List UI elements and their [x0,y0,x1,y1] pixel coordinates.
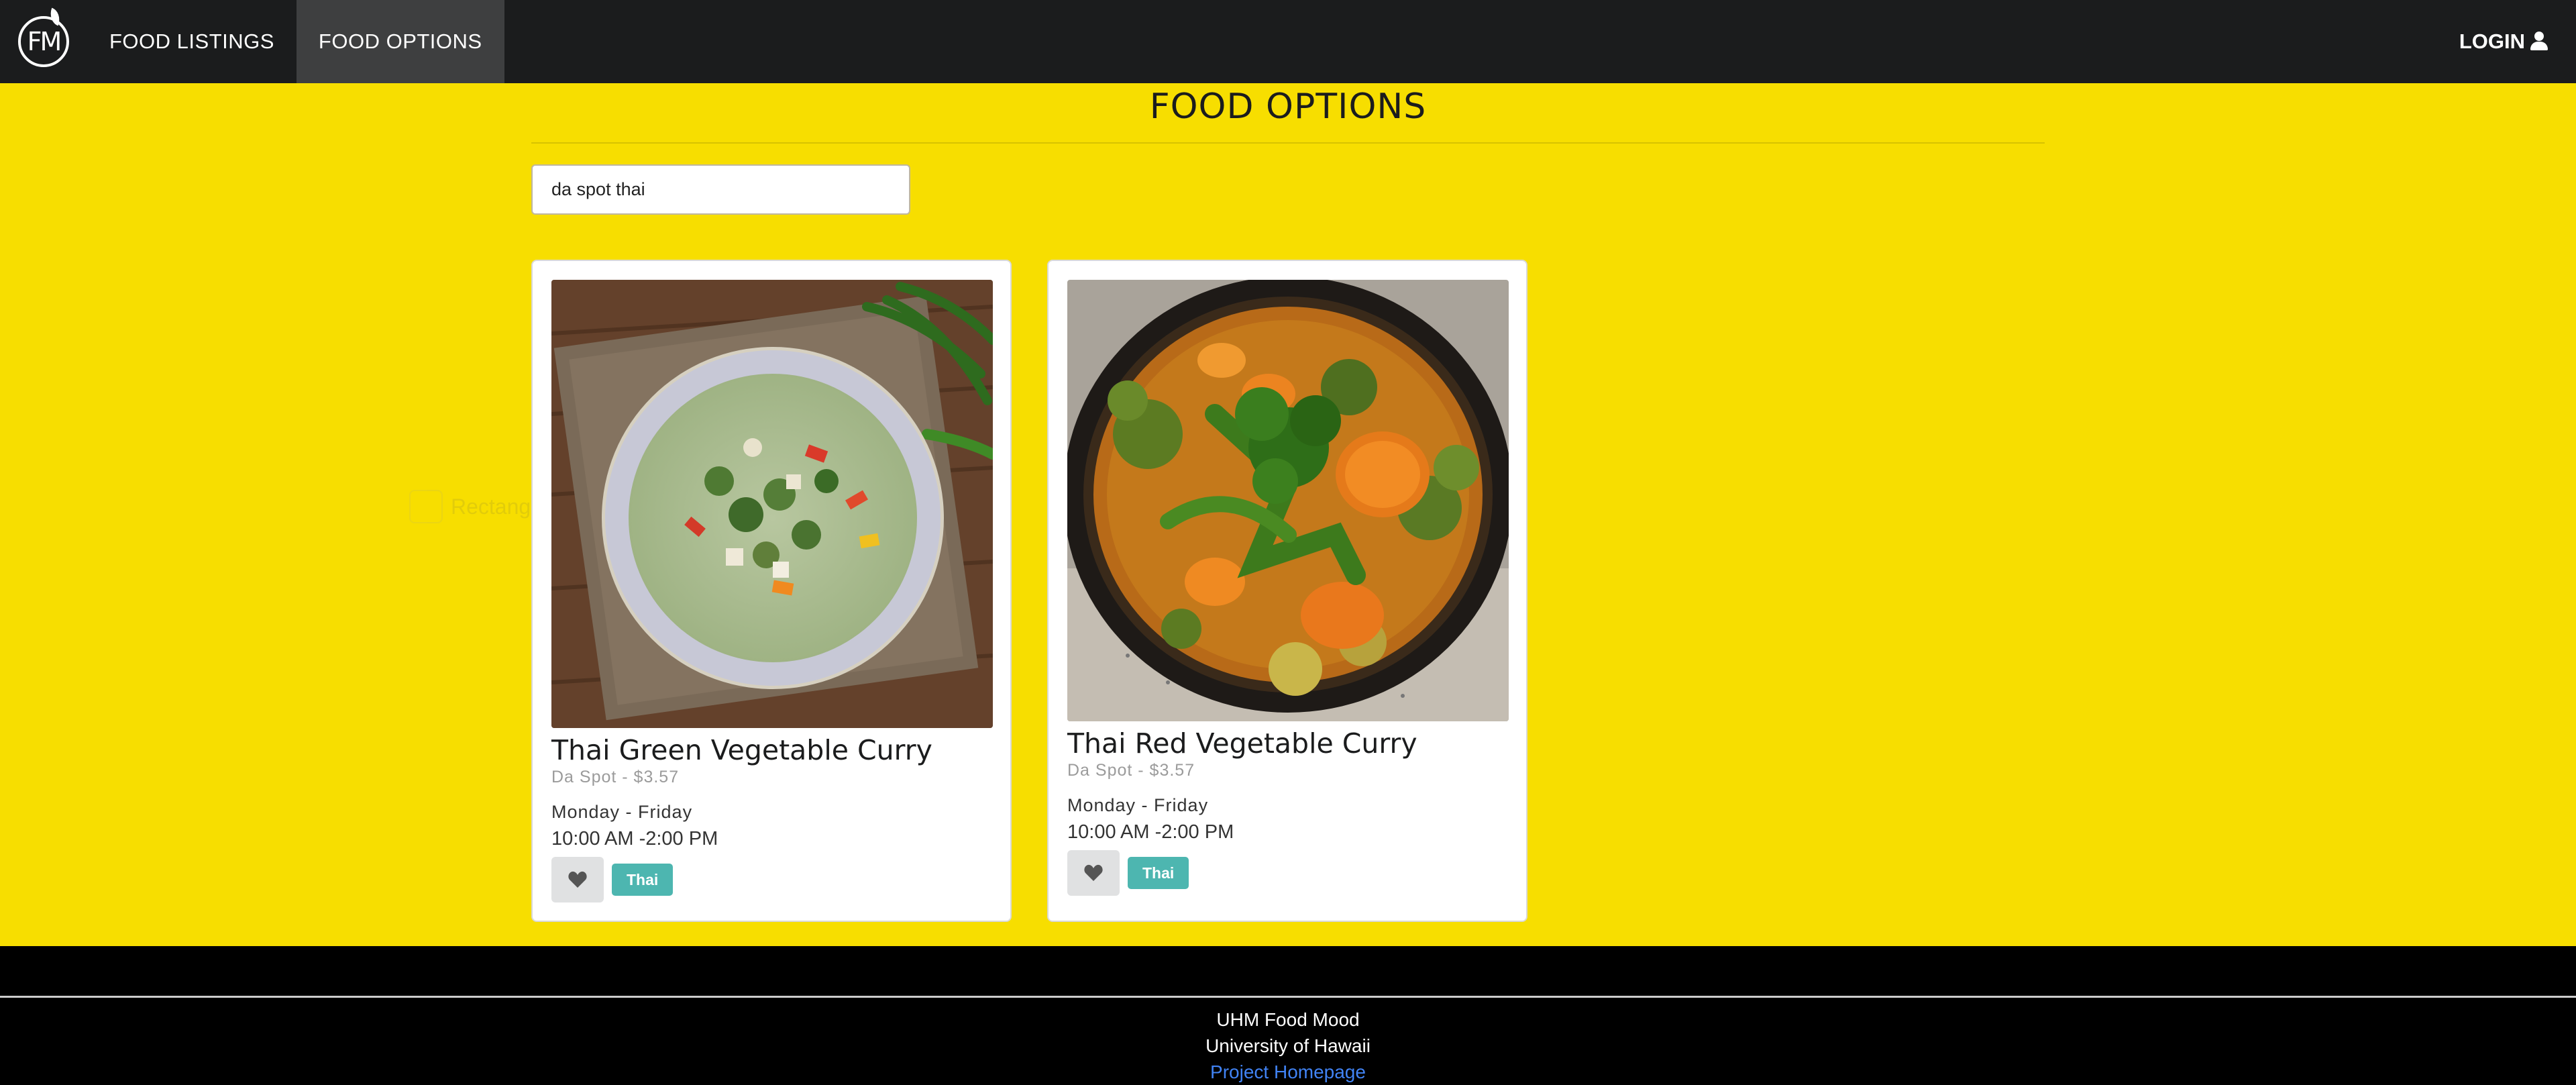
food-name: Thai Green Vegetable Curry [551,734,932,766]
footer-university: University of Hawaii [1205,1035,1371,1056]
cuisine-tag[interactable]: Thai [1128,857,1189,889]
food-image-red-curry [1067,280,1509,721]
cuisine-tag[interactable]: Thai [612,864,674,896]
faded-box-icon [409,490,443,523]
page-title: FOOD OPTIONS [1149,87,1427,127]
logo[interactable]: FM [0,0,87,83]
vendor-price: Da Spot - $3.57 [1067,761,1195,780]
food-name: Thai Red Vegetable Curry [1067,727,1417,760]
footer-app-name: UHM Food Mood [1216,1009,1360,1030]
title-divider [531,142,2045,144]
favorite-button[interactable] [551,857,604,902]
favorite-button[interactable] [1067,850,1120,896]
search-input[interactable] [531,164,910,215]
login-label: LOGIN [2459,30,2525,53]
heart-icon [1084,864,1103,881]
food-card: Thai Green Vegetable Curry Da Spot - $3.… [531,260,1012,922]
food-card: Thai Red Vegetable Curry Da Spot - $3.57… [1047,260,1527,922]
available-days: Monday - Friday [1067,795,1209,815]
nav-item-food-options[interactable]: FOOD OPTIONS [296,0,504,83]
available-hours: 10:00 AM -2:00 PM [1067,821,1234,843]
login-button[interactable]: LOGIN [2459,0,2549,83]
logo-text: FM [27,27,62,56]
footer-band [0,946,2576,998]
available-days: Monday - Friday [551,802,693,822]
faded-label: Rectang [451,494,531,519]
project-homepage-link[interactable]: Project Homepage [1210,1062,1366,1082]
faded-placeholder: Rectang [409,490,531,523]
food-mood-logo-icon: FM [18,7,69,67]
vendor-price: Da Spot - $3.57 [551,768,680,786]
available-hours: 10:00 AM -2:00 PM [551,828,718,849]
nav-item-food-listings[interactable]: FOOD LISTINGS [87,0,297,83]
user-icon [2529,32,2549,52]
top-navbar: FM FOOD LISTINGS FOOD OPTIONS LOGIN [0,0,2576,83]
footer: UHM Food Mood University of Hawaii Proje… [0,998,2576,1085]
food-image-green-curry [551,280,993,728]
heart-icon [568,871,587,888]
